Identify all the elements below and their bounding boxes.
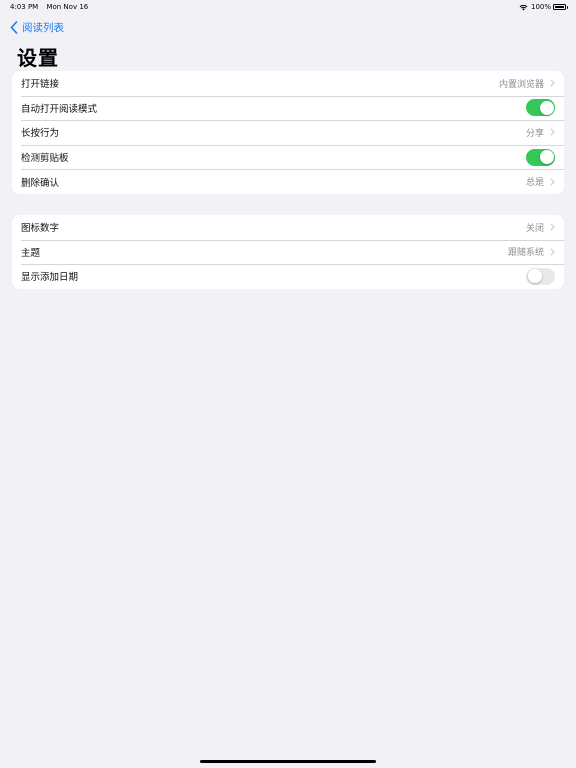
status-right: 100% xyxy=(519,3,568,11)
auto-reader-mode-toggle[interactable] xyxy=(526,99,555,117)
settings-group-appearance: 图标数字 关闭 主题 跟随系统 显示添加日期 xyxy=(12,215,564,289)
settings-group-general: 打开链接 内置浏览器 自动打开阅读模式 长按行为 分享 检测剪贴板 删除确认 总… xyxy=(12,71,564,194)
chevron-left-icon xyxy=(10,21,18,34)
row-label: 删除确认 xyxy=(21,177,60,189)
row-label: 显示添加日期 xyxy=(21,272,79,284)
row-value: 分享 xyxy=(525,128,544,139)
wifi-icon xyxy=(519,4,528,10)
chevron-right-icon xyxy=(550,128,555,137)
status-time: 4:03 PM xyxy=(10,3,39,11)
back-label: 阅读列表 xyxy=(22,22,64,34)
row-delete-confirm[interactable]: 删除确认 总是 xyxy=(12,169,564,194)
row-label: 自动打开阅读模式 xyxy=(21,103,98,115)
row-value: 总是 xyxy=(525,178,544,189)
row-value: 跟随系统 xyxy=(507,248,544,259)
row-theme[interactable]: 主题 跟随系统 xyxy=(12,239,564,265)
row-label: 检测剪贴板 xyxy=(21,153,69,165)
battery-icon xyxy=(553,4,568,10)
battery-percent: 100% xyxy=(530,3,551,11)
row-open-links[interactable]: 打开链接 内置浏览器 xyxy=(12,71,564,96)
row-label: 长按行为 xyxy=(21,128,60,140)
row-label: 图标数字 xyxy=(21,223,60,235)
status-bar: 4:03 PM Mon Nov 16 100% xyxy=(0,0,576,14)
home-indicator xyxy=(200,760,376,763)
row-value: 内置浏览器 xyxy=(498,79,544,90)
detect-clipboard-toggle[interactable] xyxy=(526,148,555,166)
chevron-right-icon xyxy=(550,178,555,186)
chevron-right-icon xyxy=(550,223,555,231)
page-title: 设置 xyxy=(17,46,59,70)
row-value: 关闭 xyxy=(525,223,544,234)
row-badge-number[interactable]: 图标数字 关闭 xyxy=(12,215,564,240)
row-auto-reader-mode: 自动打开阅读模式 xyxy=(12,95,564,121)
row-label: 打开链接 xyxy=(21,79,60,91)
chevron-right-icon xyxy=(550,248,555,256)
row-long-press-action[interactable]: 长按行为 分享 xyxy=(12,120,564,145)
back-button[interactable]: 阅读列表 xyxy=(10,20,64,35)
row-detect-clipboard: 检测剪贴板 xyxy=(12,144,564,170)
status-date: Mon Nov 16 xyxy=(46,3,89,11)
chevron-right-icon xyxy=(550,79,555,87)
row-show-added-date: 显示添加日期 xyxy=(12,264,564,289)
row-label: 主题 xyxy=(21,247,41,259)
show-added-date-toggle[interactable] xyxy=(526,267,555,285)
status-left: 4:03 PM Mon Nov 16 xyxy=(10,3,94,11)
